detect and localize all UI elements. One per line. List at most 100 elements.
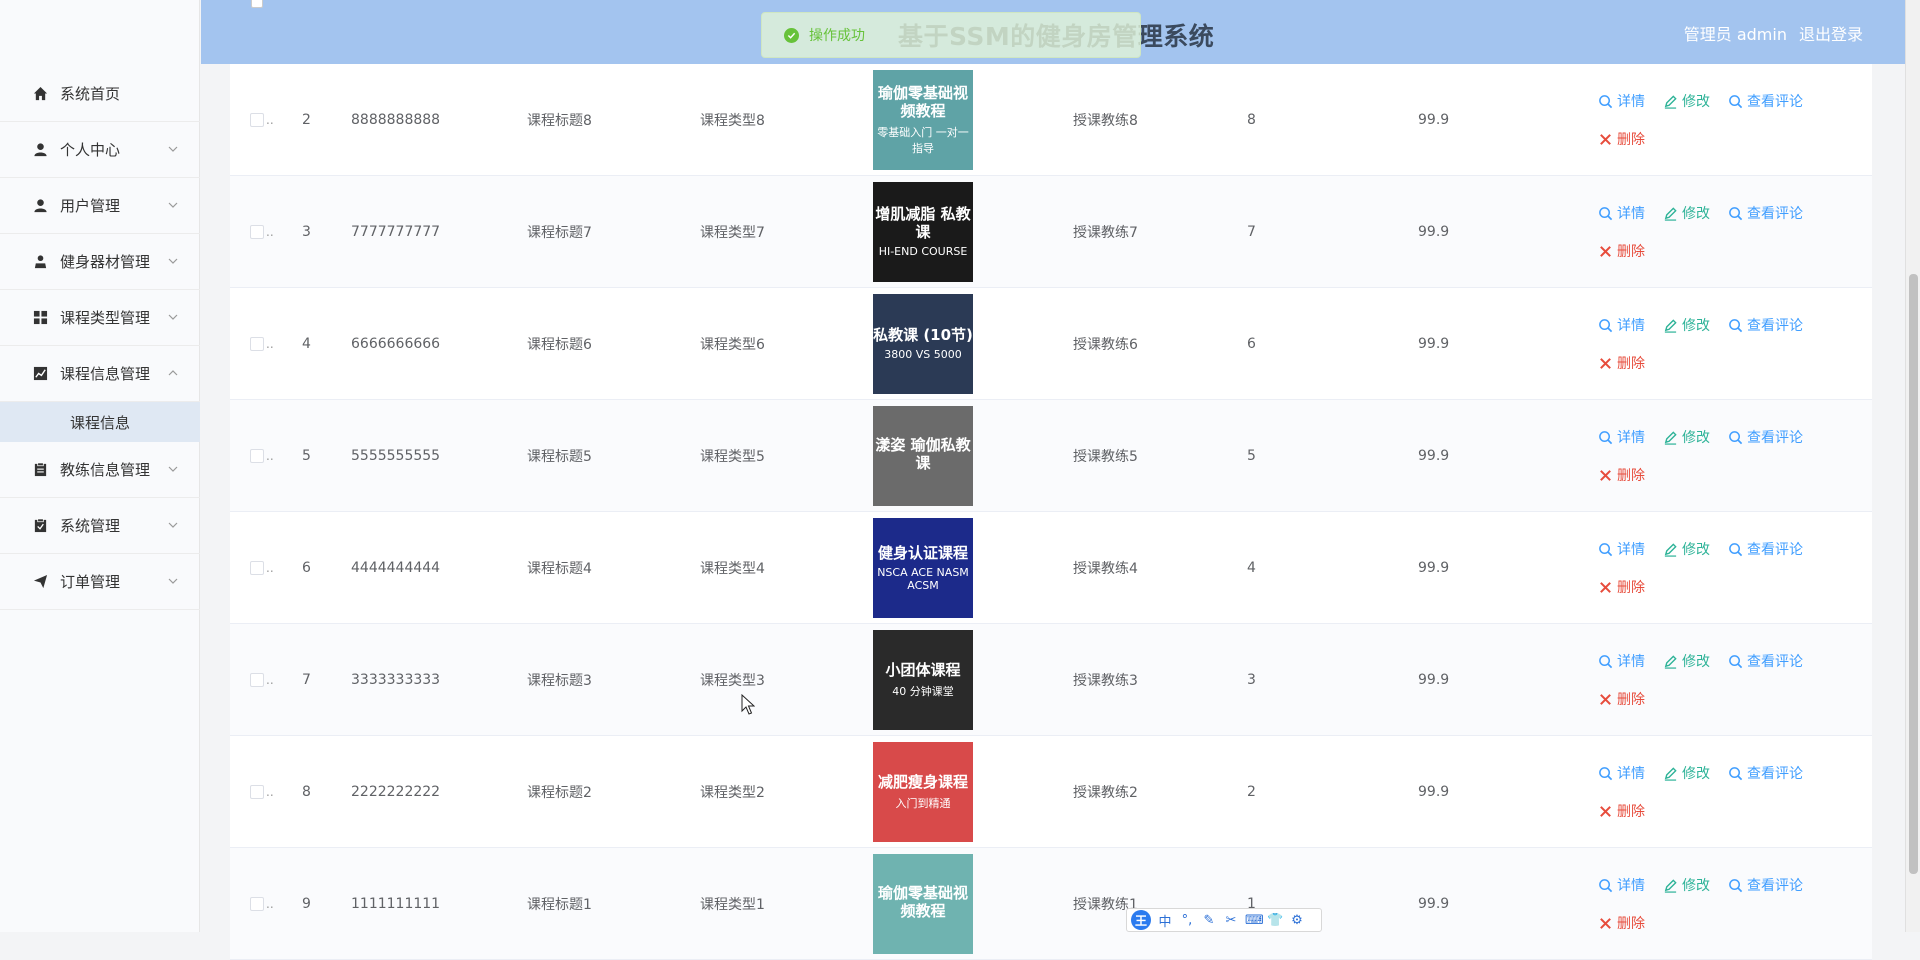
detail-button[interactable]: 详情: [1598, 763, 1645, 783]
delete-button[interactable]: 删除: [1598, 129, 1645, 149]
edit-button[interactable]: 修改: [1663, 427, 1710, 447]
delete-button[interactable]: 删除: [1598, 577, 1645, 597]
detail-button[interactable]: 详情: [1598, 539, 1645, 559]
keyboard-icon[interactable]: ⌨: [1245, 913, 1264, 928]
cell-image: 瑜伽零基础视频教程 零基础入门 一对一指导: [873, 64, 973, 175]
row-actions: 详情 修改 查看评论删除: [1598, 400, 1858, 511]
thumbnail-caption: 私教课 (10节): [873, 326, 973, 344]
delete-label: 删除: [1617, 916, 1645, 932]
search-icon: [1728, 206, 1743, 221]
row-select[interactable]: ..: [250, 176, 274, 287]
sidebar-item-orders[interactable]: 订单管理: [0, 554, 200, 610]
view-comments-button[interactable]: 查看评论: [1728, 763, 1803, 783]
edit-button[interactable]: 修改: [1663, 763, 1710, 783]
thumbnail-caption: 健身认证课程: [877, 543, 968, 562]
detail-button[interactable]: 详情: [1598, 427, 1645, 447]
delete-button[interactable]: 删除: [1598, 913, 1645, 933]
view-comments-button[interactable]: 查看评论: [1728, 203, 1803, 223]
course-table: .. 2 8888888888 课程标题8 课程类型8 瑜伽零基础视频教程 零基础入门 一对…: [230, 64, 1872, 960]
sidebar-item-course-info[interactable]: 课程信息管理: [0, 346, 200, 402]
sidebar-item-equipment[interactable]: 健身器材管理: [0, 234, 200, 290]
sidebar-item-system[interactable]: 系统管理: [0, 498, 200, 554]
edit-icon: [1663, 318, 1678, 333]
punctuation-icon[interactable]: °,: [1179, 913, 1195, 928]
row-checkbox[interactable]: [250, 672, 264, 687]
edit-button[interactable]: 修改: [1663, 91, 1710, 111]
cell-index: 7: [302, 671, 311, 688]
ime-mode-button[interactable]: 中: [1157, 911, 1173, 930]
skin-icon[interactable]: 👕: [1267, 913, 1283, 928]
search-icon: [1728, 878, 1743, 893]
view-comments-button[interactable]: 查看评论: [1728, 651, 1803, 671]
delete-button[interactable]: 删除: [1598, 465, 1645, 485]
edit-button[interactable]: 修改: [1663, 203, 1710, 223]
scrollbar-thumb[interactable]: [1909, 274, 1918, 874]
sidebar-item-label: 用户管理: [60, 197, 121, 215]
gear-icon[interactable]: ⚙: [1289, 913, 1305, 928]
detail-button[interactable]: 详情: [1598, 875, 1645, 895]
sidebar-item-label: 个人中心: [60, 141, 121, 159]
row-checkbox[interactable]: [250, 336, 264, 351]
edit-button[interactable]: 修改: [1663, 875, 1710, 895]
pen-icon[interactable]: ✎: [1201, 913, 1217, 928]
sidebar-item-home[interactable]: 系统首页: [0, 66, 200, 122]
view-comments-button[interactable]: 查看评论: [1728, 315, 1803, 335]
cell-number: 4: [1247, 559, 1256, 576]
row-checkbox[interactable]: [250, 560, 264, 575]
row-select[interactable]: ..: [250, 288, 274, 399]
sidebar-subitem-course-info[interactable]: 课程信息: [0, 402, 200, 442]
view-comments-button[interactable]: 查看评论: [1728, 875, 1803, 895]
row-checkbox[interactable]: [250, 896, 264, 911]
delete-button[interactable]: 删除: [1598, 801, 1645, 821]
row-checkbox[interactable]: [250, 112, 264, 127]
detail-button[interactable]: 详情: [1598, 315, 1645, 335]
course-thumbnail: 增肌减脂 私教课 HI-END COURSE: [873, 181, 973, 282]
cell-title: 课程标题7: [527, 224, 592, 241]
edit-button[interactable]: 修改: [1663, 651, 1710, 671]
thumbnail-subcaption: 40 分钟课堂: [892, 684, 954, 698]
row-actions: 详情 修改 查看评论删除: [1598, 288, 1858, 399]
row-checkbox[interactable]: [250, 224, 264, 239]
user-label: 管理员 admin: [1683, 25, 1787, 44]
row-checkbox[interactable]: [250, 784, 264, 799]
view-comments-button[interactable]: 查看评论: [1728, 427, 1803, 447]
delete-button[interactable]: 删除: [1598, 353, 1645, 373]
sidebar-item-users[interactable]: 用户管理: [0, 178, 200, 234]
detail-button[interactable]: 详情: [1598, 91, 1645, 111]
detail-label: 详情: [1617, 766, 1645, 782]
view-comments-button[interactable]: 查看评论: [1728, 91, 1803, 111]
ime-toolbar: 王 中 °, ✎ ✂ ⌨ 👕 ⚙: [1126, 908, 1322, 932]
row-select[interactable]: ..: [250, 400, 274, 511]
page-scrollbar[interactable]: [1905, 0, 1920, 932]
sidebar-item-coaches[interactable]: 教练信息管理: [0, 442, 200, 498]
ime-logo[interactable]: 王: [1131, 910, 1151, 930]
edit-button[interactable]: 修改: [1663, 315, 1710, 335]
sidebar-menu: 系统首页 个人中心 用户管理 健身器材管理 课程类型管理 课程信息管理 课程信息…: [0, 66, 200, 610]
row-select[interactable]: ..: [250, 624, 274, 735]
cell-number: 3: [1247, 671, 1256, 688]
sidebar-item-profile[interactable]: 个人中心: [0, 122, 200, 178]
edit-label: 修改: [1682, 430, 1710, 446]
delete-button[interactable]: 删除: [1598, 241, 1645, 261]
cell-code: 3333333333: [351, 671, 441, 688]
select-all-checkbox[interactable]: [251, 0, 263, 8]
thumbnail-caption: 小团体课程: [885, 660, 961, 679]
row-select[interactable]: ..: [250, 848, 274, 959]
cell-type: 课程类型4: [700, 560, 765, 577]
delete-label: 删除: [1617, 580, 1645, 596]
row-select[interactable]: ..: [250, 512, 274, 623]
row-select[interactable]: ..: [250, 64, 274, 175]
logout-link[interactable]: 退出登录: [1799, 21, 1863, 45]
scissors-icon[interactable]: ✂: [1223, 913, 1239, 928]
detail-button[interactable]: 详情: [1598, 651, 1645, 671]
course-thumbnail: 小团体课程 40 分钟课堂: [873, 629, 973, 730]
chevron-down-icon: [168, 314, 178, 320]
detail-button[interactable]: 详情: [1598, 203, 1645, 223]
close-icon: [1598, 692, 1613, 707]
sidebar-item-course-types[interactable]: 课程类型管理: [0, 290, 200, 346]
view-comments-button[interactable]: 查看评论: [1728, 539, 1803, 559]
row-checkbox[interactable]: [250, 448, 264, 463]
edit-button[interactable]: 修改: [1663, 539, 1710, 559]
row-select[interactable]: ..: [250, 736, 274, 847]
delete-button[interactable]: 删除: [1598, 689, 1645, 709]
